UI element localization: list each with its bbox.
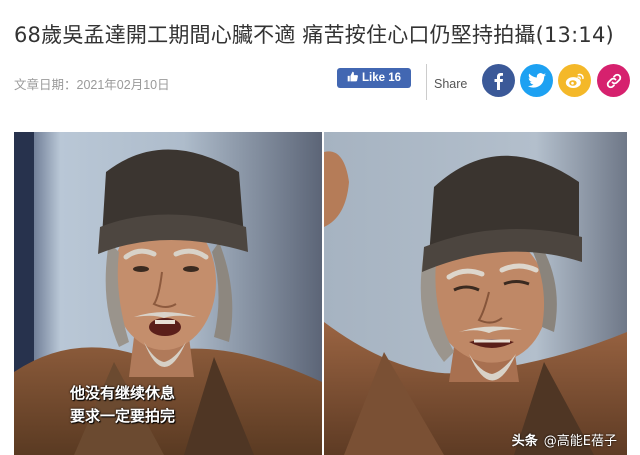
- article-photo-left: 他没有继续休息 要求一定要拍完: [14, 132, 322, 455]
- copy-link-button[interactable]: [597, 64, 630, 97]
- article-meta-row: 文章日期：2021年02月10日 Like 16 Share: [14, 64, 630, 100]
- facebook-icon: [494, 72, 503, 90]
- actor-photo-right: [324, 132, 627, 455]
- facebook-share-button[interactable]: [482, 64, 515, 97]
- share-label: Share: [434, 77, 468, 91]
- facebook-like-button[interactable]: Like 16: [337, 68, 411, 88]
- twitter-icon: [527, 73, 546, 88]
- weibo-share-button[interactable]: [558, 64, 591, 97]
- twitter-share-button[interactable]: [520, 64, 553, 97]
- weibo-icon: [565, 73, 584, 88]
- like-count-label: Like 16: [362, 72, 401, 84]
- link-icon: [606, 73, 621, 88]
- watermark-brand: 头条: [511, 434, 538, 449]
- article-title: 68歲吳孟達開工期間心臟不適 痛苦按住心口仍堅持拍攝(13:14): [14, 23, 614, 48]
- article-photo-right: 头条 @高能E蓓子: [324, 132, 627, 455]
- source-watermark: 头条 @高能E蓓子: [512, 430, 617, 449]
- article-date: 文章日期：2021年02月10日: [14, 78, 170, 92]
- thumbs-up-icon: [347, 71, 358, 85]
- watermark-author: @高能E蓓子: [543, 434, 617, 449]
- subtitle-caption: 他没有继续休息 要求一定要拍完: [70, 382, 175, 428]
- subtitle-line-2: 要求一定要拍完: [70, 407, 176, 425]
- subtitle-line-1: 他没有继续休息: [70, 384, 176, 402]
- share-divider: [426, 64, 427, 100]
